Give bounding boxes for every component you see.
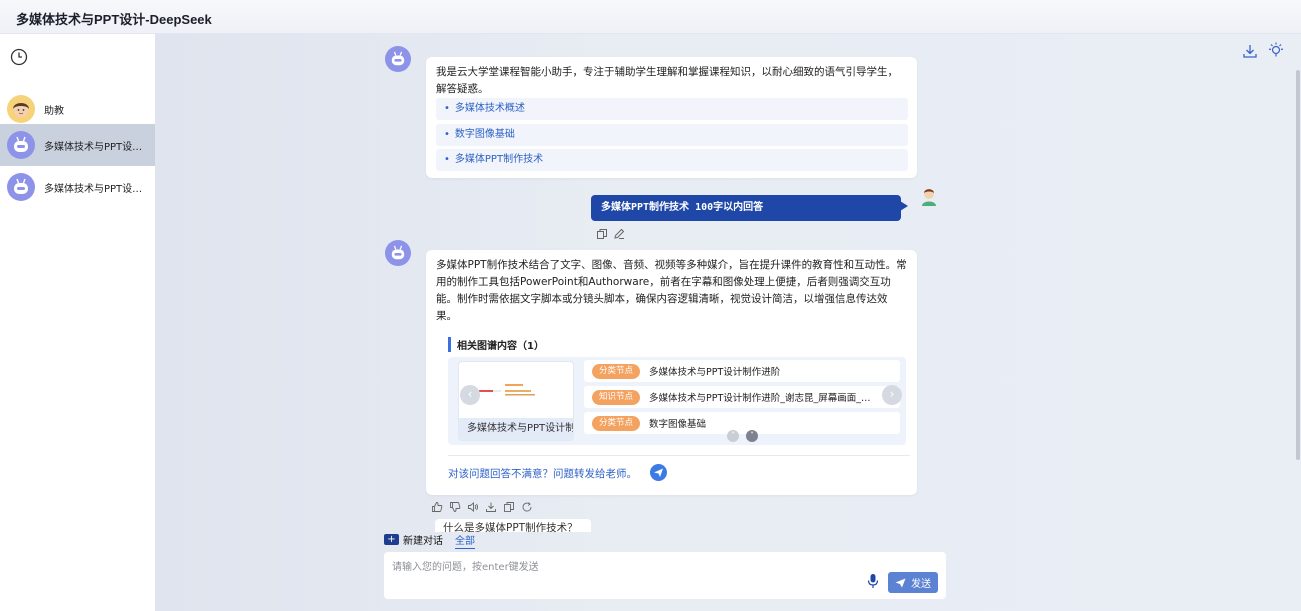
regenerate-icon[interactable] xyxy=(521,501,533,513)
bot-avatar-icon xyxy=(385,46,411,72)
node-text: 多媒体技术与PPT设计制作进阶_谢志昆_屏幕画面_录屏课件 xyxy=(649,393,880,404)
bot-answer-message: 多媒体PPT制作技术结合了文字、图像、音频、视频等多种媒介，旨在提升课件的教育性… xyxy=(426,250,917,495)
edit-icon[interactable] xyxy=(613,228,625,240)
sidebar-item-label: 多媒体技术与PPT设计-DeepSeek xyxy=(44,183,149,195)
download-icon[interactable] xyxy=(1241,42,1259,60)
robot-avatar-icon xyxy=(7,173,35,201)
microphone-icon[interactable] xyxy=(866,573,880,589)
node-tag: 知识节点 xyxy=(592,389,641,405)
bot-answer-text: 多媒体PPT制作技术结合了文字、图像、音频、视频等多种媒介，旨在提升课件的教育性… xyxy=(436,259,907,322)
new-chat-label: 新建对话 xyxy=(403,536,443,547)
send-button[interactable]: 发送 xyxy=(888,572,938,593)
send-label: 发送 xyxy=(911,579,931,590)
graph-node-row[interactable]: 分类节点 多媒体技术与PPT设计制作进阶 xyxy=(584,360,900,382)
sidebar-item-label: 多媒体技术与PPT设计-DeepSeek xyxy=(44,141,149,153)
user-avatar-icon xyxy=(922,189,936,206)
filter-all-tab[interactable]: 全部 xyxy=(455,532,475,549)
bot-intro-text: 我是云大学堂课程智能小助手，专注于辅助学生理解和掌握课程知识，以耐心细致的语气引… xyxy=(436,66,898,95)
carousel-prev-arrow-icon[interactable]: ‹ xyxy=(460,385,480,405)
teacher-avatar-icon xyxy=(7,95,35,123)
copy-icon[interactable] xyxy=(596,228,608,240)
node-tag: 分类节点 xyxy=(592,415,641,431)
suggestion-item[interactable]: • 多媒体PPT制作技术 xyxy=(436,149,908,171)
carousel-next-arrow-icon[interactable]: › xyxy=(882,385,902,405)
bot-avatar-icon xyxy=(385,240,411,266)
graph-card-caption: 多媒体技术与PPT设计制作进阶 xyxy=(459,418,573,440)
node-tag: 分类节点 xyxy=(592,363,641,379)
thumbs-down-icon[interactable] xyxy=(449,501,461,513)
suggested-question-chip[interactable]: 什么是多媒体PPT制作技术？ xyxy=(435,519,591,532)
download-answer-icon[interactable] xyxy=(485,501,497,513)
scroll-up-icon[interactable]: ˄ xyxy=(727,430,739,442)
plus-icon: + xyxy=(384,534,399,545)
history-clock-icon[interactable] xyxy=(9,47,29,67)
node-text: 多媒体技术与PPT设计制作进阶 xyxy=(649,367,781,378)
sidebar: 助教 多媒体技术与PPT设计-DeepSeek 多媒体技术与PPT设计-Deep… xyxy=(0,34,155,611)
app-title: 多媒体技术与PPT设计-DeepSeek xyxy=(16,12,212,27)
title-bar: 多媒体技术与PPT设计-DeepSeek xyxy=(0,0,1301,34)
composer-box: 发送 xyxy=(384,552,946,599)
sidebar-item-deepseek-active[interactable]: 多媒体技术与PPT设计-DeepSeek xyxy=(0,124,155,166)
copy-answer-icon[interactable] xyxy=(503,501,515,513)
suggestion-item[interactable]: • 多媒体技术概述 xyxy=(436,98,908,120)
paper-plane-icon xyxy=(895,578,906,587)
speaker-icon[interactable] xyxy=(467,501,479,513)
graph-node-row[interactable]: 知识节点 多媒体技术与PPT设计制作进阶_谢志昆_屏幕画面_录屏课件 xyxy=(584,386,900,408)
scrollbar-thumb[interactable] xyxy=(1296,70,1300,460)
robot-avatar-icon xyxy=(7,131,35,159)
user-message: 多媒体PPT制作技术 100字以内回答 xyxy=(591,195,908,221)
node-text: 数字图像基础 xyxy=(649,419,707,430)
lightbulb-icon[interactable] xyxy=(1267,41,1285,59)
graph-node-row[interactable]: 分类节点 数字图像基础 xyxy=(584,412,900,434)
thumbs-up-icon[interactable] xyxy=(431,501,443,513)
feedback-link[interactable]: 对该问题回答不满意？问题转发给老师。 xyxy=(448,466,637,481)
sidebar-item-label: 助教 xyxy=(44,105,64,117)
related-graph-title: 相关图谱内容（1） xyxy=(448,337,544,352)
send-to-teacher-icon[interactable] xyxy=(650,464,667,481)
mindmap-thumbnail-icon xyxy=(479,384,535,396)
sidebar-item-deepseek[interactable]: 多媒体技术与PPT设计-DeepSeek xyxy=(0,166,155,208)
new-chat-button[interactable]: + 新建对话 xyxy=(384,532,443,547)
suggestion-item[interactable]: • 数字图像基础 xyxy=(436,124,908,146)
bot-intro-message: 我是云大学堂课程智能小助手，专注于辅助学生理解和掌握课程知识，以耐心细致的语气引… xyxy=(426,57,917,178)
related-graph-panel: 多媒体技术与PPT设计制作进阶 分类节点 多媒体技术与PPT设计制作进阶 知识节… xyxy=(448,357,906,445)
divider xyxy=(448,455,910,456)
scroll-down-icon[interactable]: ˅ xyxy=(746,430,758,442)
question-input[interactable] xyxy=(392,558,852,576)
